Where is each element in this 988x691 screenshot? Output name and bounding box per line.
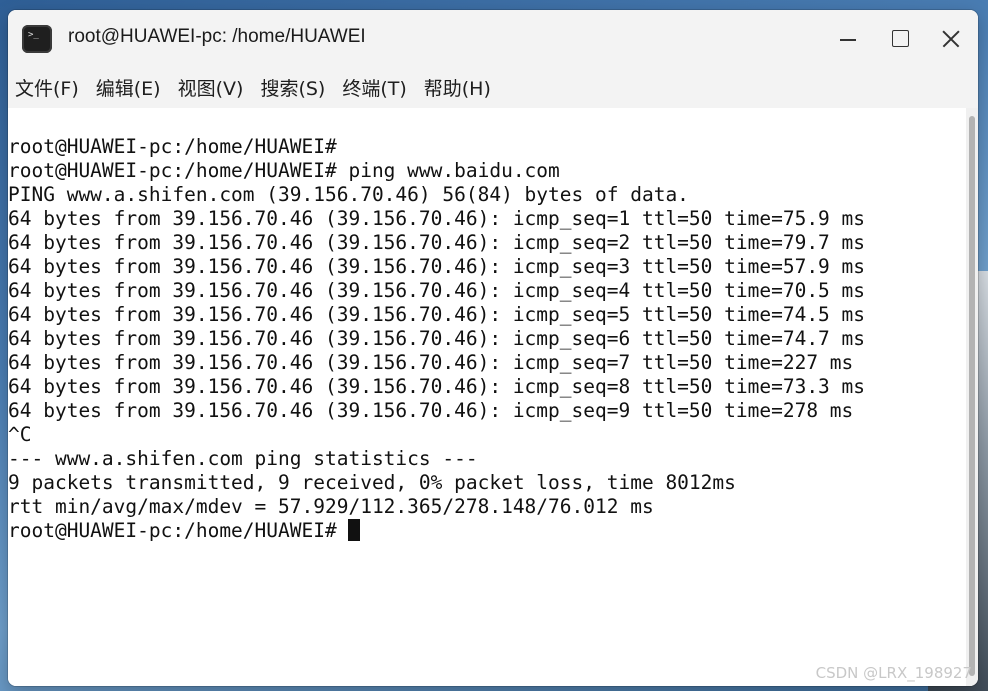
terminal-line: root@HUAWEI-pc:/home/HUAWEI# ping www.ba…	[8, 159, 560, 182]
terminal-line: 64 bytes from 39.156.70.46 (39.156.70.46…	[8, 231, 866, 254]
menu-file[interactable]: 文件(F)	[15, 71, 79, 104]
minimize-button[interactable]	[828, 20, 868, 58]
terminal-line: rtt min/avg/max/mdev = 57.929/112.365/27…	[8, 495, 654, 518]
terminal-output[interactable]: root@HUAWEI-pc:/home/HUAWEI# root@HUAWEI…	[8, 108, 966, 686]
terminal-line: 64 bytes from 39.156.70.46 (39.156.70.46…	[8, 399, 854, 422]
terminal-line: PING www.a.shifen.com (39.156.70.46) 56(…	[8, 183, 689, 206]
menu-search[interactable]: 搜索(S)	[260, 71, 325, 104]
menu-help[interactable]: 帮助(H)	[424, 71, 491, 104]
terminal-line: 64 bytes from 39.156.70.46 (39.156.70.46…	[8, 375, 866, 398]
maximize-icon	[892, 30, 909, 47]
terminal-text: root@HUAWEI-pc:/home/HUAWEI# root@HUAWEI…	[8, 135, 865, 543]
terminal-line: root@HUAWEI-pc:/home/HUAWEI#	[8, 135, 337, 158]
terminal-line: --- www.a.shifen.com ping statistics ---	[8, 447, 478, 470]
terminal-line: ^C	[8, 423, 32, 446]
terminal-line: 9 packets transmitted, 9 received, 0% pa…	[8, 471, 736, 494]
terminal-line: 64 bytes from 39.156.70.46 (39.156.70.46…	[8, 351, 854, 374]
menu-view[interactable]: 视图(V)	[178, 71, 244, 104]
text-cursor	[348, 519, 361, 541]
scrollbar-thumb[interactable]	[969, 116, 975, 676]
terminal-line: 64 bytes from 39.156.70.46 (39.156.70.46…	[8, 303, 866, 326]
terminal-line: 64 bytes from 39.156.70.46 (39.156.70.46…	[8, 279, 866, 302]
terminal-line: 64 bytes from 39.156.70.46 (39.156.70.46…	[8, 327, 866, 350]
terminal-icon: >_	[22, 25, 52, 53]
close-button[interactable]	[930, 20, 970, 58]
menu-edit[interactable]: 编辑(E)	[96, 71, 161, 104]
vertical-scrollbar[interactable]	[966, 108, 978, 686]
terminal-line: 64 bytes from 39.156.70.46 (39.156.70.46…	[8, 255, 866, 278]
terminal-line: 64 bytes from 39.156.70.46 (39.156.70.46…	[8, 207, 866, 230]
maximize-button[interactable]	[880, 20, 920, 58]
title-bar[interactable]: >_ root@HUAWEI-pc: /home/HUAWEI	[8, 10, 978, 66]
menu-bar: 文件(F) 编辑(E) 视图(V) 搜索(S) 终端(T) 帮助(H)	[8, 66, 978, 108]
minimize-icon	[840, 39, 856, 41]
menu-terminal[interactable]: 终端(T)	[342, 71, 406, 104]
watermark: CSDN @LRX_198927	[815, 664, 972, 682]
window-title: root@HUAWEI-pc: /home/HUAWEI	[68, 26, 366, 47]
terminal-prompt: root@HUAWEI-pc:/home/HUAWEI#	[8, 519, 349, 542]
terminal-window: >_ root@HUAWEI-pc: /home/HUAWEI 文件(F) 编辑…	[8, 10, 978, 686]
